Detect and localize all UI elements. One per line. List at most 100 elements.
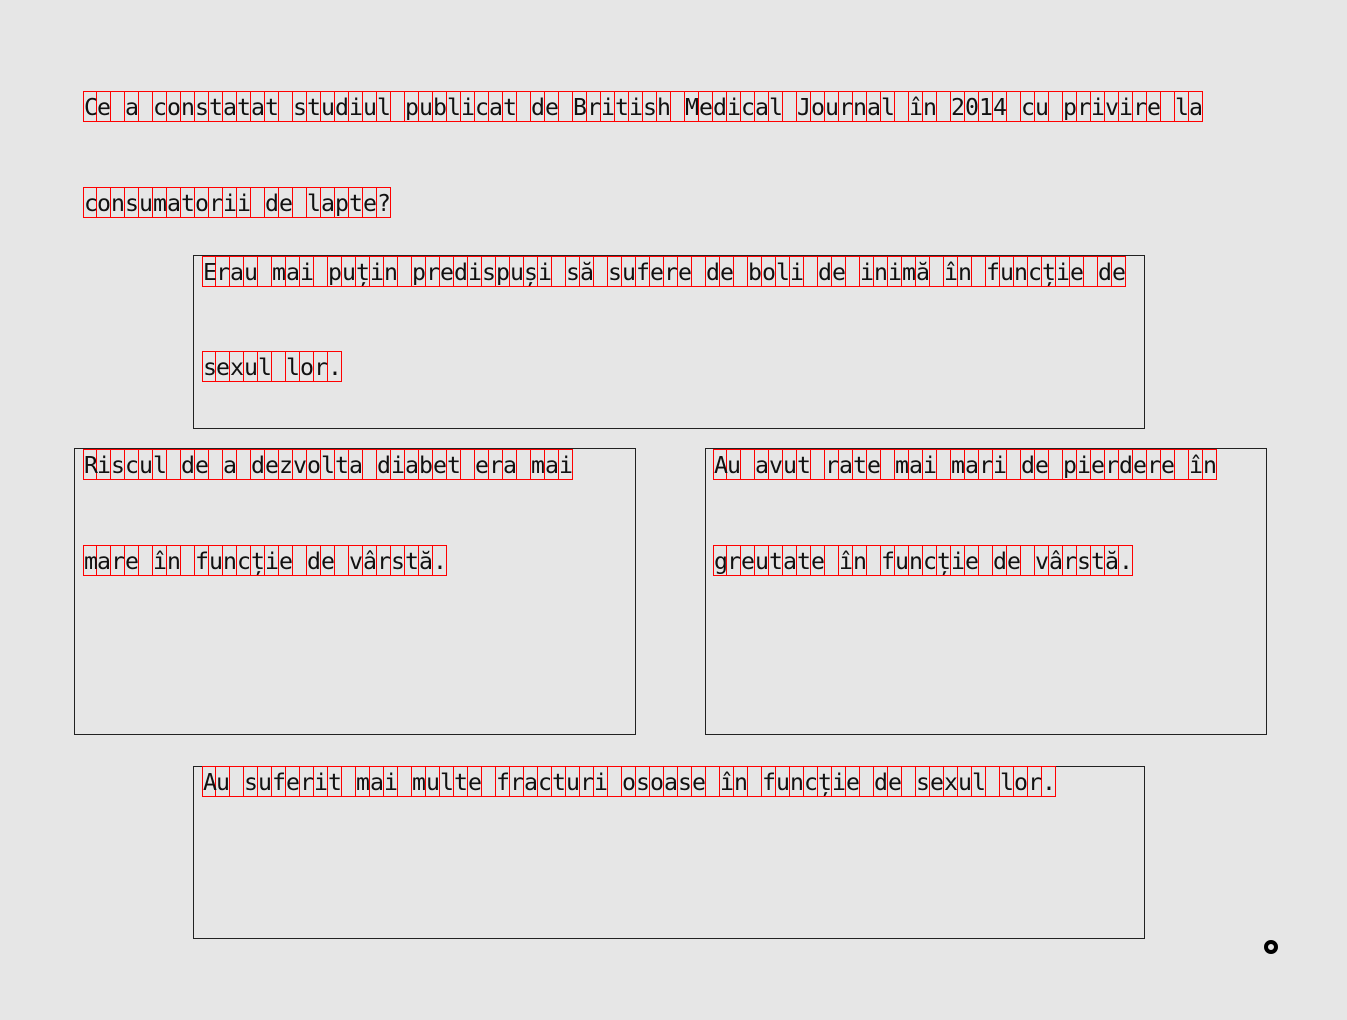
char-cell: n [853, 91, 867, 122]
char-cell: p [405, 91, 419, 122]
char-cell: t [454, 766, 468, 797]
char-cell: i [790, 256, 804, 287]
char-cell [846, 256, 860, 287]
char-cell: u [783, 449, 797, 480]
char-cell [391, 91, 405, 122]
char-cell: n [1014, 256, 1028, 287]
char-cell: t [335, 449, 349, 480]
char-cell: i [349, 91, 363, 122]
char-cell: n [853, 545, 867, 576]
char-cell: m [412, 766, 426, 797]
char-cell: c [237, 545, 251, 576]
char-cell: c [153, 91, 167, 122]
char-cell: l [440, 766, 454, 797]
char-cell: a [755, 91, 769, 122]
char-cell: i [629, 91, 643, 122]
char-cell: t [853, 449, 867, 480]
char-cell: g [713, 545, 728, 576]
answer-option-2[interactable] [74, 448, 636, 735]
char-cell [1049, 449, 1063, 480]
char-cell: ă [916, 256, 930, 287]
char-cell [1175, 449, 1189, 480]
char-cell: s [391, 545, 405, 576]
char-cell: p [412, 256, 426, 287]
char-cell [706, 766, 720, 797]
char-cell: u [622, 256, 636, 287]
char-cell: e [650, 256, 664, 287]
char-cell: c [125, 449, 139, 480]
char-cell: e [1007, 545, 1021, 576]
char-cell: s [125, 187, 139, 218]
char-cell: J [797, 91, 811, 122]
char-cell: i [314, 766, 328, 797]
char-cell [783, 91, 797, 122]
char-cell: ă [580, 256, 594, 287]
char-cell: i [300, 256, 314, 287]
char-cell: n [181, 91, 195, 122]
char-cell [860, 766, 874, 797]
char-cell: u [755, 545, 769, 576]
char-cell: e [832, 256, 846, 287]
char-cell: a [1189, 91, 1203, 122]
char-cell: n [958, 256, 972, 287]
char-cell: e [1161, 449, 1175, 480]
char-cell: e [930, 766, 944, 797]
char-cell: A [713, 449, 728, 480]
char-cell: d [377, 449, 391, 480]
char-cell: i [832, 766, 846, 797]
char-cell [1049, 91, 1063, 122]
char-cell: l [776, 256, 790, 287]
char-cell: r [664, 256, 678, 287]
char-cell: s [244, 766, 258, 797]
char-cell: ț [356, 256, 370, 287]
char-cell: e [846, 766, 860, 797]
char-cell: i [1091, 91, 1105, 122]
char-cell: h [657, 91, 671, 122]
char-cell: d [335, 91, 349, 122]
char-cell: l [377, 91, 391, 122]
char-cell: o [650, 766, 664, 797]
char-cell [251, 187, 265, 218]
char-cell: R [83, 449, 98, 480]
char-cell: i [223, 187, 237, 218]
char-cell: i [923, 449, 937, 480]
char-cell: e [125, 545, 139, 576]
char-cell: n [874, 256, 888, 287]
char-cell: t [237, 91, 251, 122]
char-cell: t [552, 766, 566, 797]
char-cell: e [216, 351, 230, 382]
char-cell: E [202, 256, 217, 287]
char-cell: i [951, 545, 965, 576]
char-cell [881, 449, 895, 480]
char-cell [1161, 91, 1175, 122]
answer-option-3[interactable] [705, 448, 1267, 735]
char-cell: i [237, 187, 251, 218]
char-cell: r [111, 545, 125, 576]
char-cell: i [370, 256, 384, 287]
char-cell: t [181, 187, 195, 218]
char-cell [741, 449, 755, 480]
char-cell: d [874, 766, 888, 797]
char-cell: i [265, 545, 279, 576]
char-cell [237, 449, 251, 480]
char-cell: i [1056, 256, 1070, 287]
char-cell [1084, 256, 1098, 287]
char-cell: m [272, 256, 286, 287]
char-cell [930, 256, 944, 287]
char-cell: d [265, 187, 279, 218]
char-cell: n [223, 545, 237, 576]
char-cell [342, 766, 356, 797]
char-cell: n [384, 256, 398, 287]
char-cell: u [958, 766, 972, 797]
char-cell: a [405, 449, 419, 480]
char-cell: b [433, 91, 447, 122]
char-cell: ț [251, 545, 265, 576]
char-cell [972, 256, 986, 287]
char-cell: a [839, 449, 853, 480]
char-cell: e [545, 91, 559, 122]
char-cell [825, 545, 839, 576]
char-cell: a [783, 545, 797, 576]
char-cell: s [678, 766, 692, 797]
char-cell: i [391, 449, 405, 480]
char-cell: ț [937, 545, 951, 576]
